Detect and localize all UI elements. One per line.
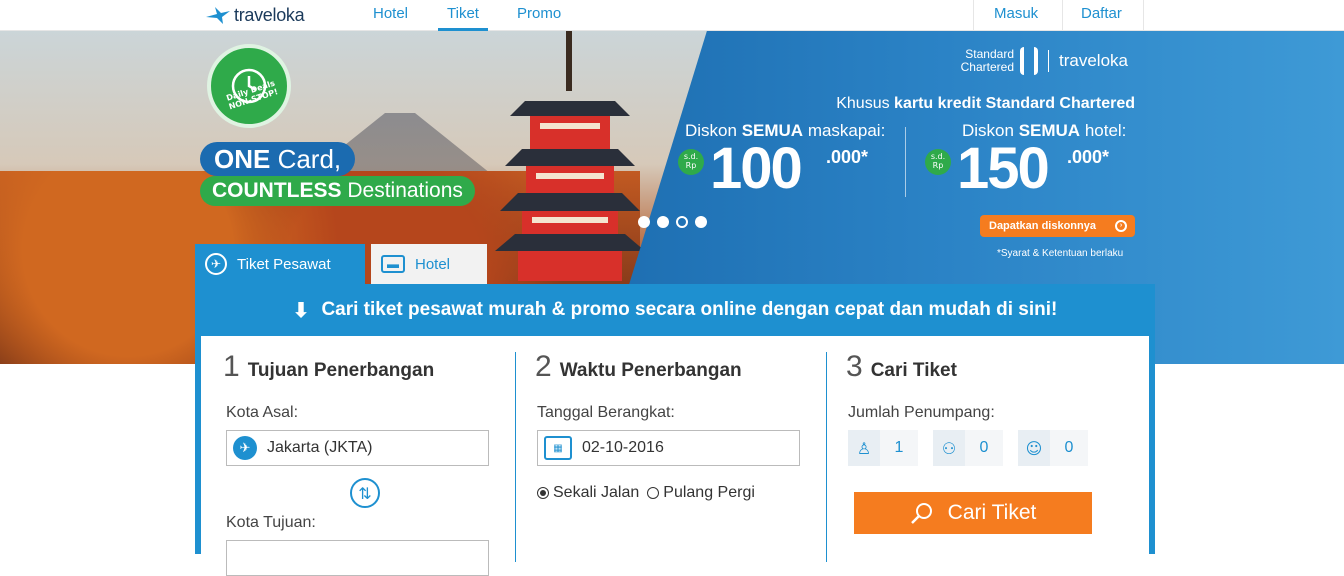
oneway-radio[interactable] — [537, 487, 549, 499]
column-divider — [826, 352, 827, 562]
register-link[interactable]: Daftar — [1081, 5, 1122, 22]
step-3-header: 3 Cari Tiket — [846, 350, 957, 383]
oneway-label[interactable]: Sekali Jalan — [553, 484, 639, 502]
step-1-header: 1 Tujuan Penerbangan — [223, 350, 435, 383]
infant-icon: ☺ — [1018, 430, 1050, 466]
arrow-right-icon: › — [1115, 220, 1127, 232]
countless-title: COUNTLESS Destinations — [200, 176, 475, 206]
nav-promo[interactable]: Promo — [517, 5, 561, 22]
traveloka-partner-text: traveloka — [1059, 51, 1128, 70]
nav-divider — [1143, 0, 1144, 31]
adult-icon: ♙ — [848, 430, 880, 466]
logo-text: traveloka — [234, 4, 305, 25]
one-card-title: ONE Card, — [200, 142, 356, 176]
departure-date-label: Tanggal Berangkat: — [537, 404, 675, 421]
roundtrip-radio[interactable] — [647, 487, 660, 499]
child-passenger-select[interactable]: ⚇ 0 — [933, 430, 1003, 466]
carousel-dots — [638, 216, 707, 228]
partner-divider — [1048, 50, 1049, 72]
top-navbar: traveloka Hotel Tiket Promo Masuk Daftar — [0, 0, 1344, 31]
nav-hotel[interactable]: Hotel — [373, 5, 408, 22]
terms-text: *Syarat & Ketentuan berlaku — [997, 248, 1124, 259]
flight-discount-amount: 100 — [710, 136, 803, 201]
search-headline: ⬇ Cari tiket pesawat murah & promo secar… — [292, 299, 1058, 322]
infant-passenger-select[interactable]: ☺ 0 — [1018, 430, 1088, 466]
step-2-header: 2 Waktu Penerbangan — [535, 350, 742, 383]
search-ticket-button[interactable]: Cari Tiket — [854, 492, 1092, 534]
traveloka-logo[interactable]: traveloka — [205, 3, 305, 27]
plane-icon: ✈ — [233, 436, 257, 460]
promo-headline: Khusus kartu kredit Standard Chartered — [836, 95, 1135, 112]
calendar-icon: ▦ — [544, 436, 572, 460]
partner-logos: Standard Chartered traveloka — [950, 47, 1128, 75]
adult-passenger-select[interactable]: ♙ 1 — [848, 430, 918, 466]
carousel-dot[interactable] — [695, 216, 707, 228]
discount-divider — [905, 127, 906, 197]
tab-flight-ticket[interactable]: ✈ Tiket Pesawat — [195, 244, 365, 284]
hotel-discount-suffix: .000* — [1067, 147, 1110, 167]
login-link[interactable]: Masuk — [994, 5, 1038, 22]
plane-icon: ✈ — [205, 253, 227, 275]
tab-hotel[interactable]: ▬ Hotel — [371, 244, 487, 284]
roundtrip-label[interactable]: Pulang Pergi — [663, 484, 755, 502]
origin-label: Kota Asal: — [226, 404, 299, 421]
rp-badge: s.d. Rp — [678, 149, 704, 175]
child-icon: ⚇ — [933, 430, 965, 466]
bed-icon: ▬ — [381, 255, 405, 273]
nav-divider — [1062, 0, 1063, 31]
nav-divider — [973, 0, 974, 31]
swap-cities-icon[interactable]: ⇅ — [350, 478, 380, 508]
arrow-down-icon: ⬇ — [292, 299, 310, 322]
carousel-dot[interactable] — [657, 216, 669, 228]
pagoda-image — [495, 31, 645, 281]
destination-label: Kota Tujuan: — [226, 514, 316, 531]
search-icon — [910, 503, 932, 524]
destination-input[interactable] — [226, 540, 489, 576]
departure-date-input[interactable]: ▦ 02-10-2016 — [537, 430, 800, 466]
carousel-dot-active[interactable] — [676, 216, 688, 228]
bird-icon — [206, 7, 230, 24]
carousel-dot[interactable] — [638, 216, 650, 228]
standard-chartered-text: Standard Chartered — [960, 47, 1014, 74]
nav-tiket[interactable]: Tiket — [438, 5, 488, 31]
trip-type-options: Sekali Jalan Pulang Pergi — [537, 484, 755, 502]
standard-chartered-icon — [1020, 47, 1038, 75]
column-divider — [515, 352, 516, 562]
passenger-label: Jumlah Penumpang: — [848, 404, 995, 421]
origin-input[interactable]: ✈ Jakarta (JKTA) — [226, 430, 489, 466]
flight-discount-suffix: .000* — [826, 147, 869, 167]
get-discount-button[interactable]: Dapatkan diskonnya › — [980, 215, 1135, 237]
rp-badge: s.d. Rp — [925, 149, 951, 175]
hotel-discount-amount: 150 — [957, 136, 1050, 201]
